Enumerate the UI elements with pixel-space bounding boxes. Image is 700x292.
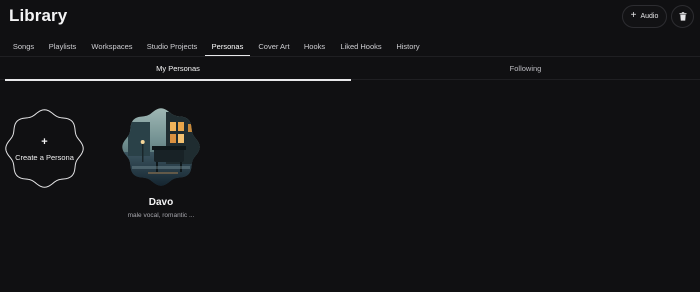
persona-avatar — [122, 108, 200, 186]
tab-workspaces[interactable]: Workspaces — [88, 36, 136, 56]
page-title: Library — [9, 6, 68, 25]
library-page: Library + Audio Songs Playlists Workspac… — [0, 0, 700, 292]
subtab-my-personas[interactable]: My Personas — [5, 57, 351, 80]
create-persona-label: Create a Persona — [15, 153, 74, 162]
persona-name: Davo — [148, 197, 174, 208]
tab-songs[interactable]: Songs — [9, 36, 38, 56]
active-subtab-indicator — [5, 79, 351, 81]
create-persona-outline — [5, 109, 84, 188]
trash-button[interactable] — [671, 5, 694, 28]
tab-history[interactable]: History — [393, 36, 423, 56]
library-nav-tabs: Songs Playlists Workspaces Studio Projec… — [0, 36, 700, 56]
tab-liked-hooks[interactable]: Liked Hooks — [337, 36, 385, 56]
tab-personas[interactable]: Personas — [205, 36, 250, 56]
trash-icon — [679, 12, 686, 21]
create-persona-button[interactable]: + Create a Persona — [5, 109, 84, 188]
plus-icon: + — [630, 10, 637, 21]
subtab-following[interactable]: Following — [351, 57, 700, 80]
persona-description: male vocal, romantic ... — [127, 212, 195, 219]
tab-studio-projects[interactable]: Studio Projects — [144, 36, 200, 56]
tab-playlists[interactable]: Playlists — [46, 36, 79, 56]
tab-hooks[interactable]: Hooks — [301, 36, 328, 56]
tab-cover-art[interactable]: Cover Art — [255, 36, 293, 56]
add-audio-button[interactable]: + Audio — [622, 5, 667, 28]
add-audio-label: Audio — [640, 13, 659, 20]
persona-card[interactable]: Davo male vocal, romantic ... — [118, 108, 204, 228]
persona-subtabs: My Personas Following — [0, 56, 700, 81]
plus-icon: + — [41, 136, 48, 148]
